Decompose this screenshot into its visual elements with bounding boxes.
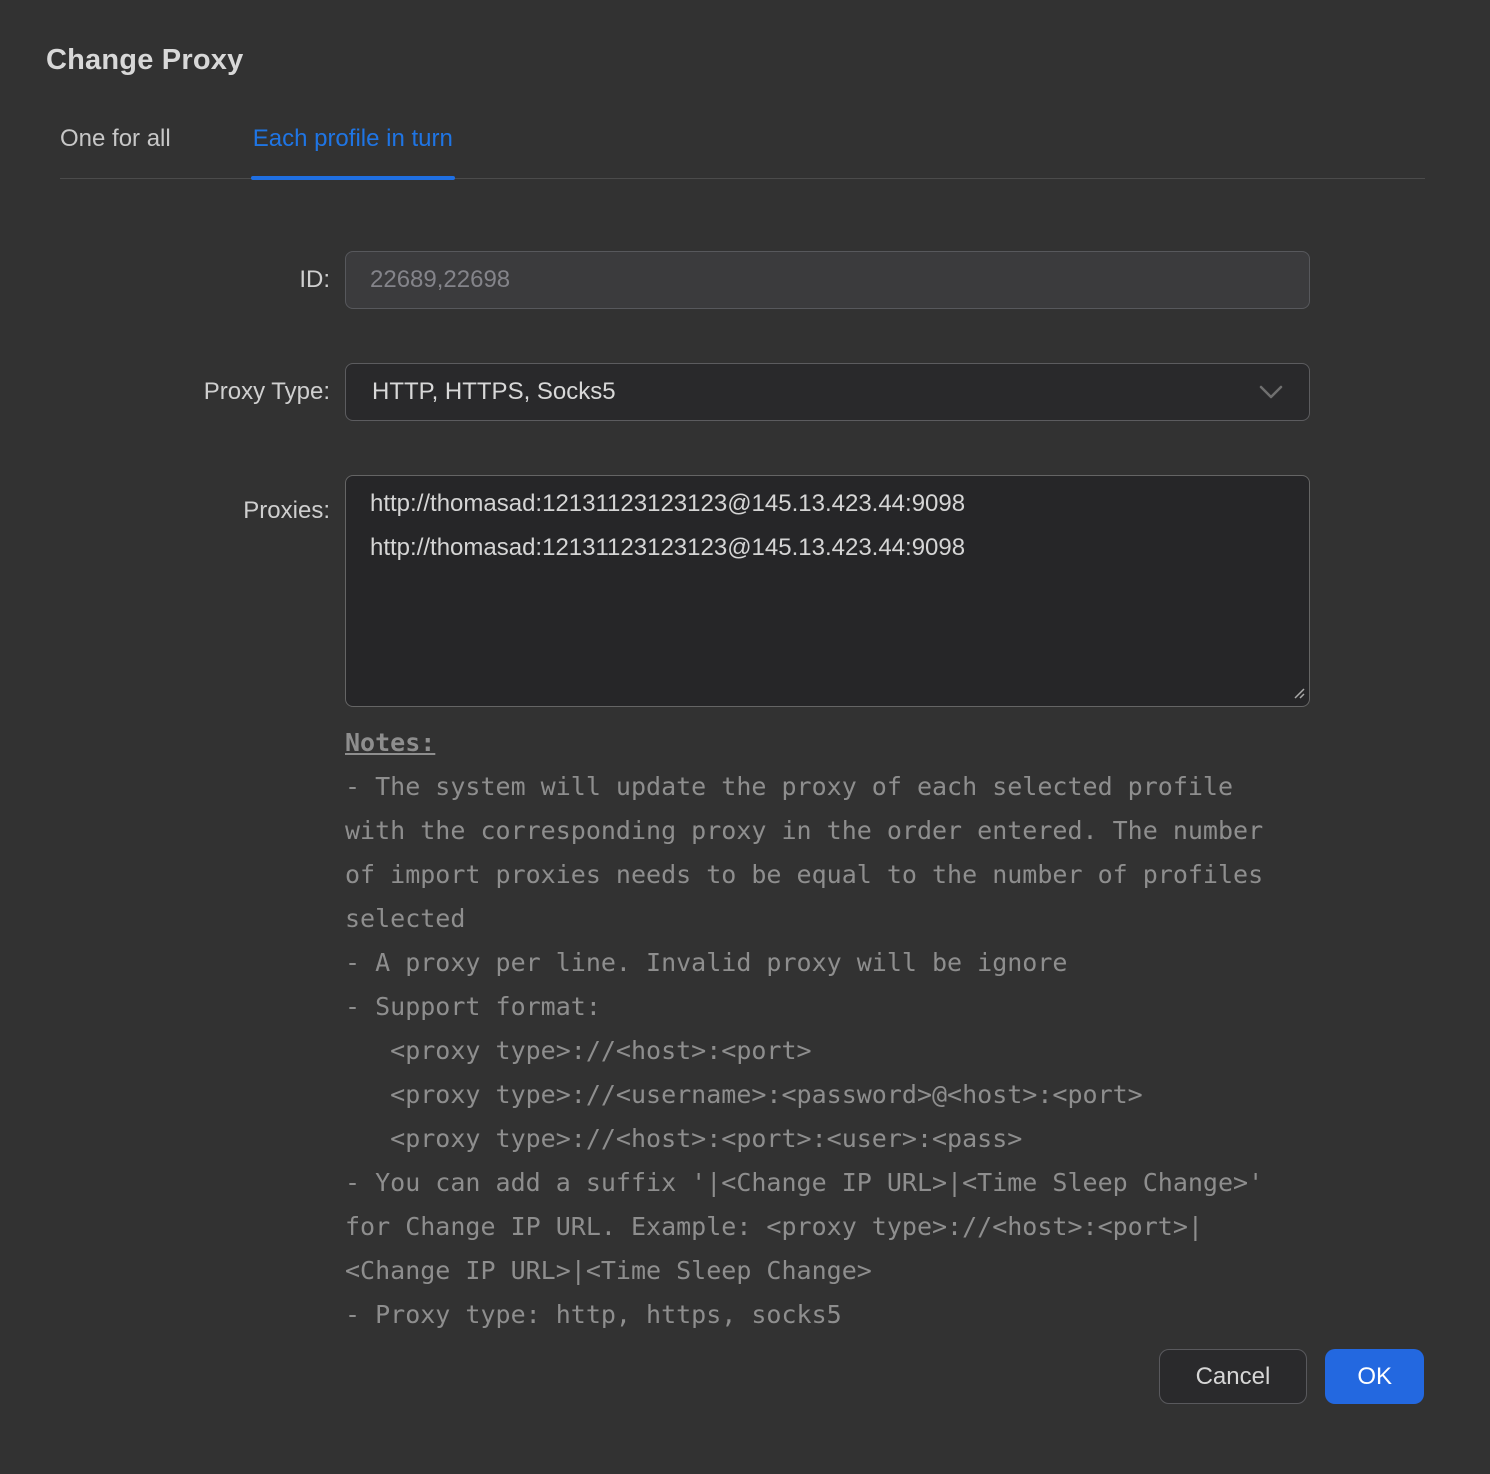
tab-bar: One for all Each profile in turn <box>60 125 1425 179</box>
note-line: <proxy type>://<username>:<password>@<ho… <box>345 1073 1490 1117</box>
proxies-row: Proxies: http://thomasad:12131123123123@… <box>0 475 1490 707</box>
id-input <box>345 251 1310 309</box>
note-line: - Proxy type: http, https, socks5 <box>345 1293 1490 1337</box>
proxy-type-selected-value: HTTP, HTTPS, Socks5 <box>372 378 1259 406</box>
note-line: <proxy type>://<host>:<port> <box>345 1029 1490 1073</box>
note-line: - The system will update the proxy of ea… <box>345 765 1490 809</box>
proxies-label: Proxies: <box>0 497 330 525</box>
dialog-actions: Cancel OK <box>0 1349 1424 1404</box>
note-line: <Change IP URL>|<Time Sleep Change> <box>345 1249 1490 1293</box>
note-line: of import proxies needs to be equal to t… <box>345 853 1490 897</box>
note-line: - Support format: <box>345 985 1490 1029</box>
page-title: Change Proxy <box>46 44 1490 77</box>
tab-one-for-all[interactable]: One for all <box>60 125 171 178</box>
notes-heading: Notes: <box>345 721 435 765</box>
note-line: selected <box>345 897 1490 941</box>
resize-handle-icon[interactable] <box>1290 684 1305 699</box>
id-label: ID: <box>0 266 330 294</box>
ok-button[interactable]: OK <box>1325 1349 1424 1404</box>
proxies-textarea[interactable]: http://thomasad:12131123123123@145.13.42… <box>345 475 1310 707</box>
note-line: - You can add a suffix '|<Change IP URL>… <box>345 1161 1490 1205</box>
proxy-type-row: Proxy Type: HTTP, HTTPS, Socks5 <box>0 363 1490 421</box>
change-proxy-dialog: { "dialog": { "title": "Change Proxy", "… <box>0 44 1490 1474</box>
tab-each-profile-in-turn[interactable]: Each profile in turn <box>253 125 453 178</box>
cancel-button[interactable]: Cancel <box>1159 1349 1308 1404</box>
proxy-type-label: Proxy Type: <box>0 378 330 406</box>
notes-section: Notes: - The system will update the prox… <box>345 721 1490 1337</box>
note-line: for Change IP URL. Example: <proxy type>… <box>345 1205 1490 1249</box>
proxy-type-select[interactable]: HTTP, HTTPS, Socks5 <box>345 363 1310 421</box>
id-row: ID: <box>0 251 1490 309</box>
note-line: with the corresponding proxy in the orde… <box>345 809 1490 853</box>
note-line: - A proxy per line. Invalid proxy will b… <box>345 941 1490 985</box>
change-proxy-form: ID: Proxy Type: HTTP, HTTPS, Socks5 Prox… <box>0 251 1490 707</box>
note-line: <proxy type>://<host>:<port>:<user>:<pas… <box>345 1117 1490 1161</box>
chevron-down-icon <box>1259 385 1283 399</box>
